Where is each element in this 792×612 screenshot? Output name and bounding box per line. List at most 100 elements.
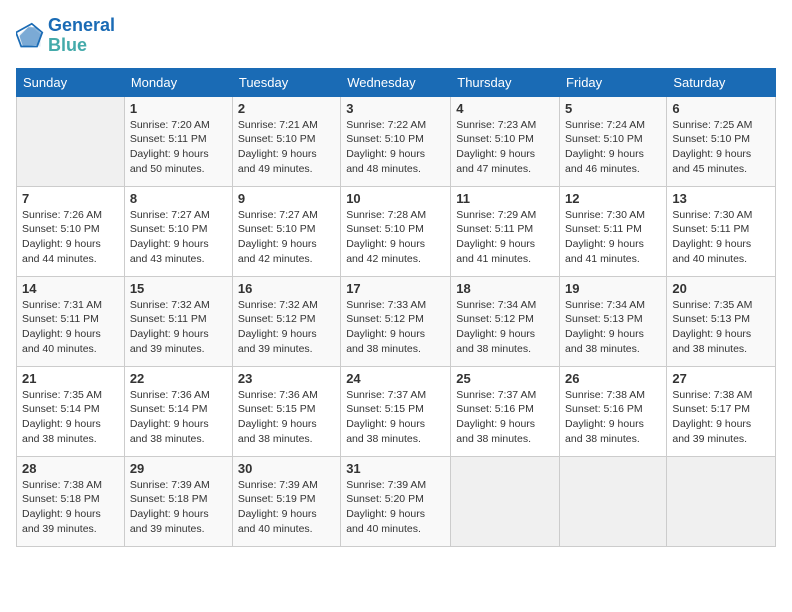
day-detail: Sunrise: 7:36 AM Sunset: 5:14 PM Dayligh… [130, 388, 227, 447]
col-header-tuesday: Tuesday [232, 68, 340, 96]
calendar-cell: 16 Sunrise: 7:32 AM Sunset: 5:12 PM Dayli… [232, 276, 340, 366]
day-detail: Sunrise: 7:27 AM Sunset: 5:10 PM Dayligh… [130, 208, 227, 267]
calendar-cell: 22 Sunrise: 7:36 AM Sunset: 5:14 PM Dayli… [124, 366, 232, 456]
col-header-friday: Friday [560, 68, 667, 96]
day-detail: Sunrise: 7:21 AM Sunset: 5:10 PM Dayligh… [238, 118, 335, 177]
calendar-week-4: 21 Sunrise: 7:35 AM Sunset: 5:14 PM Dayli… [17, 366, 776, 456]
calendar-cell: 17 Sunrise: 7:33 AM Sunset: 5:12 PM Dayli… [341, 276, 451, 366]
calendar-cell: 18 Sunrise: 7:34 AM Sunset: 5:12 PM Dayli… [451, 276, 560, 366]
day-number: 11 [456, 191, 554, 206]
calendar-cell: 24 Sunrise: 7:37 AM Sunset: 5:15 PM Dayli… [341, 366, 451, 456]
day-number: 20 [672, 281, 770, 296]
day-number: 17 [346, 281, 445, 296]
calendar-cell: 3Sunrise: 7:22 AM Sunset: 5:10 PM Daylig… [341, 96, 451, 186]
day-number: 13 [672, 191, 770, 206]
calendar-cell: 19Sunrise: 7:34 AM Sunset: 5:13 PM Dayli… [560, 276, 667, 366]
day-detail: Sunrise: 7:30 AM Sunset: 5:11 PM Dayligh… [565, 208, 661, 267]
page-header: GeneralBlue [16, 16, 776, 56]
day-detail: Sunrise: 7:27 AM Sunset: 5:10 PM Dayligh… [238, 208, 335, 267]
calendar-cell: 21 Sunrise: 7:35 AM Sunset: 5:14 PM Dayli… [17, 366, 125, 456]
day-number: 12 [565, 191, 661, 206]
day-detail: Sunrise: 7:37 AM Sunset: 5:16 PM Dayligh… [456, 388, 554, 447]
day-detail: Sunrise: 7:31 AM Sunset: 5:11 PM Dayligh… [22, 298, 119, 357]
calendar-cell: 9 Sunrise: 7:27 AM Sunset: 5:10 PM Daylig… [232, 186, 340, 276]
calendar-header-row: SundayMondayTuesdayWednesdayThursdayFrid… [17, 68, 776, 96]
day-detail: Sunrise: 7:25 AM Sunset: 5:10 PM Dayligh… [672, 118, 770, 177]
day-number: 1 [130, 101, 227, 116]
day-number: 18 [456, 281, 554, 296]
day-detail: Sunrise: 7:36 AM Sunset: 5:15 PM Dayligh… [238, 388, 335, 447]
day-detail: Sunrise: 7:23 AM Sunset: 5:10 PM Dayligh… [456, 118, 554, 177]
calendar-cell: 29Sunrise: 7:39 AM Sunset: 5:18 PM Dayli… [124, 456, 232, 546]
calendar-cell: 28Sunrise: 7:38 AM Sunset: 5:18 PM Dayli… [17, 456, 125, 546]
day-detail: Sunrise: 7:38 AM Sunset: 5:18 PM Dayligh… [22, 478, 119, 537]
calendar-cell: 12 Sunrise: 7:30 AM Sunset: 5:11 PM Dayli… [560, 186, 667, 276]
day-detail: Sunrise: 7:32 AM Sunset: 5:11 PM Dayligh… [130, 298, 227, 357]
calendar-cell: 10 Sunrise: 7:28 AM Sunset: 5:10 PM Dayli… [341, 186, 451, 276]
day-number: 31 [346, 461, 445, 476]
calendar-cell [560, 456, 667, 546]
calendar-cell: 1Sunrise: 7:20 AM Sunset: 5:11 PM Daylig… [124, 96, 232, 186]
day-number: 23 [238, 371, 335, 386]
col-header-monday: Monday [124, 68, 232, 96]
calendar-week-1: 1Sunrise: 7:20 AM Sunset: 5:11 PM Daylig… [17, 96, 776, 186]
day-number: 5 [565, 101, 661, 116]
day-detail: Sunrise: 7:38 AM Sunset: 5:17 PM Dayligh… [672, 388, 770, 447]
day-number: 8 [130, 191, 227, 206]
day-detail: Sunrise: 7:26 AM Sunset: 5:10 PM Dayligh… [22, 208, 119, 267]
day-number: 6 [672, 101, 770, 116]
day-number: 10 [346, 191, 445, 206]
calendar-cell: 14 Sunrise: 7:31 AM Sunset: 5:11 PM Dayli… [17, 276, 125, 366]
calendar-cell: 15Sunrise: 7:32 AM Sunset: 5:11 PM Dayli… [124, 276, 232, 366]
day-detail: Sunrise: 7:28 AM Sunset: 5:10 PM Dayligh… [346, 208, 445, 267]
calendar-table: SundayMondayTuesdayWednesdayThursdayFrid… [16, 68, 776, 547]
day-number: 22 [130, 371, 227, 386]
calendar-cell: 5 Sunrise: 7:24 AM Sunset: 5:10 PM Daylig… [560, 96, 667, 186]
calendar-cell [17, 96, 125, 186]
logo: GeneralBlue [16, 16, 115, 56]
day-detail: Sunrise: 7:35 AM Sunset: 5:14 PM Dayligh… [22, 388, 119, 447]
calendar-cell: 26Sunrise: 7:38 AM Sunset: 5:16 PM Dayli… [560, 366, 667, 456]
calendar-cell: 2 Sunrise: 7:21 AM Sunset: 5:10 PM Daylig… [232, 96, 340, 186]
day-detail: Sunrise: 7:32 AM Sunset: 5:12 PM Dayligh… [238, 298, 335, 357]
day-number: 26 [565, 371, 661, 386]
day-detail: Sunrise: 7:22 AM Sunset: 5:10 PM Dayligh… [346, 118, 445, 177]
col-header-wednesday: Wednesday [341, 68, 451, 96]
logo-text: GeneralBlue [48, 16, 115, 56]
calendar-cell: 6 Sunrise: 7:25 AM Sunset: 5:10 PM Daylig… [667, 96, 776, 186]
calendar-body: 1Sunrise: 7:20 AM Sunset: 5:11 PM Daylig… [17, 96, 776, 546]
calendar-cell: 20Sunrise: 7:35 AM Sunset: 5:13 PM Dayli… [667, 276, 776, 366]
day-number: 16 [238, 281, 335, 296]
calendar-cell: 8 Sunrise: 7:27 AM Sunset: 5:10 PM Daylig… [124, 186, 232, 276]
day-number: 27 [672, 371, 770, 386]
calendar-cell: 31 Sunrise: 7:39 AM Sunset: 5:20 PM Dayli… [341, 456, 451, 546]
calendar-cell: 23 Sunrise: 7:36 AM Sunset: 5:15 PM Dayli… [232, 366, 340, 456]
day-number: 14 [22, 281, 119, 296]
calendar-week-2: 7 Sunrise: 7:26 AM Sunset: 5:10 PM Daylig… [17, 186, 776, 276]
calendar-week-5: 28Sunrise: 7:38 AM Sunset: 5:18 PM Dayli… [17, 456, 776, 546]
day-number: 29 [130, 461, 227, 476]
logo-icon [16, 22, 44, 50]
day-detail: Sunrise: 7:39 AM Sunset: 5:20 PM Dayligh… [346, 478, 445, 537]
day-detail: Sunrise: 7:37 AM Sunset: 5:15 PM Dayligh… [346, 388, 445, 447]
calendar-cell [667, 456, 776, 546]
day-number: 24 [346, 371, 445, 386]
day-detail: Sunrise: 7:33 AM Sunset: 5:12 PM Dayligh… [346, 298, 445, 357]
calendar-cell: 25 Sunrise: 7:37 AM Sunset: 5:16 PM Dayli… [451, 366, 560, 456]
day-number: 25 [456, 371, 554, 386]
day-number: 30 [238, 461, 335, 476]
day-detail: Sunrise: 7:24 AM Sunset: 5:10 PM Dayligh… [565, 118, 661, 177]
calendar-cell: 7 Sunrise: 7:26 AM Sunset: 5:10 PM Daylig… [17, 186, 125, 276]
day-detail: Sunrise: 7:30 AM Sunset: 5:11 PM Dayligh… [672, 208, 770, 267]
day-number: 7 [22, 191, 119, 206]
day-detail: Sunrise: 7:29 AM Sunset: 5:11 PM Dayligh… [456, 208, 554, 267]
col-header-saturday: Saturday [667, 68, 776, 96]
day-number: 2 [238, 101, 335, 116]
day-number: 4 [456, 101, 554, 116]
col-header-thursday: Thursday [451, 68, 560, 96]
day-number: 9 [238, 191, 335, 206]
day-number: 21 [22, 371, 119, 386]
day-number: 19 [565, 281, 661, 296]
day-detail: Sunrise: 7:39 AM Sunset: 5:19 PM Dayligh… [238, 478, 335, 537]
day-detail: Sunrise: 7:34 AM Sunset: 5:12 PM Dayligh… [456, 298, 554, 357]
